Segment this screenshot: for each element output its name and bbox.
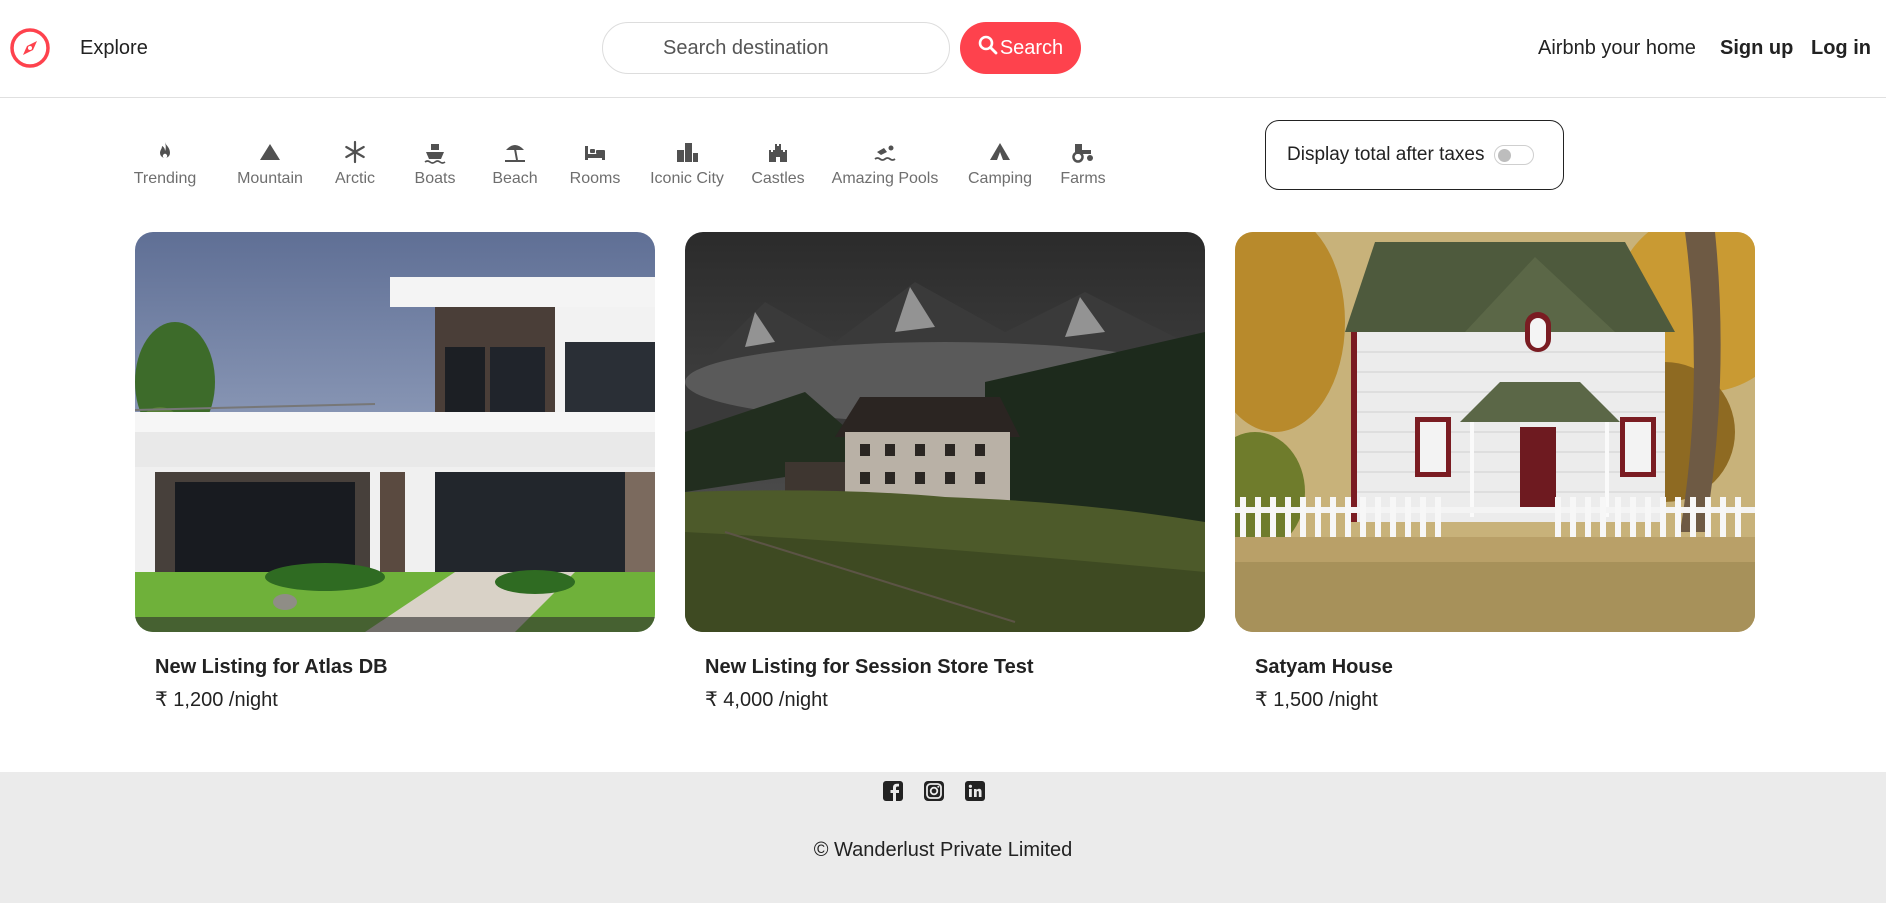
- search-button[interactable]: Search: [960, 22, 1081, 74]
- listing-card[interactable]: New Listing for Atlas DB ₹ 1,200 /night: [135, 232, 655, 711]
- listing-card[interactable]: New Listing for Session Store Test ₹ 4,0…: [685, 232, 1205, 711]
- filter-label: Beach: [492, 170, 538, 187]
- listing-title[interactable]: New Listing for Atlas DB: [155, 656, 388, 679]
- tractor-icon: [1071, 140, 1095, 164]
- filter-label: Farms: [1060, 170, 1106, 187]
- listing-image-white-cottage[interactable]: [1235, 232, 1755, 632]
- filter-beach[interactable]: Beach: [485, 140, 545, 188]
- filter-camping[interactable]: Camping: [960, 140, 1040, 188]
- campground-icon: [988, 140, 1012, 164]
- filter-castles[interactable]: Castles: [748, 140, 808, 188]
- listing-price: ₹ 4,000 /night: [705, 689, 828, 711]
- filter-mountain[interactable]: Mountain: [230, 140, 310, 188]
- tax-toggle-switch[interactable]: [1494, 145, 1535, 165]
- listing-card[interactable]: Satyam House ₹ 1,500 /night: [1235, 232, 1755, 711]
- signup-link[interactable]: Sign up: [1720, 37, 1793, 60]
- social-links: [882, 780, 986, 802]
- footer: © Wanderlust Private Limited: [0, 772, 1886, 903]
- filter-label: Castles: [751, 170, 805, 187]
- tax-toggle[interactable]: Display total after taxes: [1265, 120, 1564, 190]
- filter-trending[interactable]: Trending: [125, 140, 205, 188]
- listing-title[interactable]: Satyam House: [1255, 656, 1393, 679]
- bed-icon: [583, 140, 607, 164]
- category-filters: Trending Mountain Arctic Boats Beach Roo…: [125, 140, 1113, 196]
- swimmer-icon: [873, 140, 897, 164]
- navbar: Explore Search Airbnb your home Sign up …: [0, 0, 1886, 98]
- compass-icon[interactable]: [9, 27, 51, 69]
- filter-label: Rooms: [569, 170, 621, 187]
- copyright-text: © Wanderlust Private Limited: [813, 839, 1073, 861]
- castle-icon: [766, 140, 790, 164]
- switch-knob: [1498, 149, 1512, 162]
- search-icon: [978, 35, 998, 61]
- listing-image-modern-villa[interactable]: [135, 232, 655, 632]
- listing-title[interactable]: New Listing for Session Store Test: [705, 656, 1034, 679]
- login-link[interactable]: Log in: [1811, 37, 1871, 60]
- city-icon: [675, 140, 699, 164]
- filter-arctic[interactable]: Arctic: [325, 140, 385, 188]
- ship-icon: [423, 140, 447, 164]
- filter-label: Boats: [414, 170, 456, 187]
- mountain-icon: [258, 140, 282, 164]
- tax-toggle-label: Display total after taxes: [1287, 144, 1485, 165]
- filter-label: Amazing Pools: [831, 170, 939, 187]
- search-input[interactable]: [602, 22, 950, 74]
- filter-label: Iconic City: [650, 170, 724, 187]
- fire-icon: [153, 140, 177, 164]
- filter-label: Trending: [133, 170, 197, 187]
- listing-price: ₹ 1,500 /night: [1255, 689, 1378, 711]
- snowflake-icon: [343, 140, 367, 164]
- filter-label: Arctic: [335, 170, 375, 187]
- instagram-icon[interactable]: [923, 780, 945, 802]
- filter-label: Mountain: [237, 170, 303, 187]
- linkedin-icon[interactable]: [964, 780, 986, 802]
- filter-rooms[interactable]: Rooms: [565, 140, 625, 188]
- filter-amazing-pools[interactable]: Amazing Pools: [825, 140, 945, 188]
- filter-label: Camping: [967, 170, 1033, 187]
- host-link[interactable]: Airbnb your home: [1538, 37, 1696, 60]
- explore-link[interactable]: Explore: [80, 37, 148, 60]
- listing-price: ₹ 1,200 /night: [155, 689, 278, 711]
- listing-image-mountain-farmhouse[interactable]: [685, 232, 1205, 632]
- filter-boats[interactable]: Boats: [405, 140, 465, 188]
- search-button-label: Search: [999, 36, 1064, 59]
- filter-farms[interactable]: Farms: [1053, 140, 1113, 188]
- facebook-icon[interactable]: [882, 780, 904, 802]
- filter-iconic-city[interactable]: Iconic City: [647, 140, 727, 188]
- umbrella-beach-icon: [503, 140, 527, 164]
